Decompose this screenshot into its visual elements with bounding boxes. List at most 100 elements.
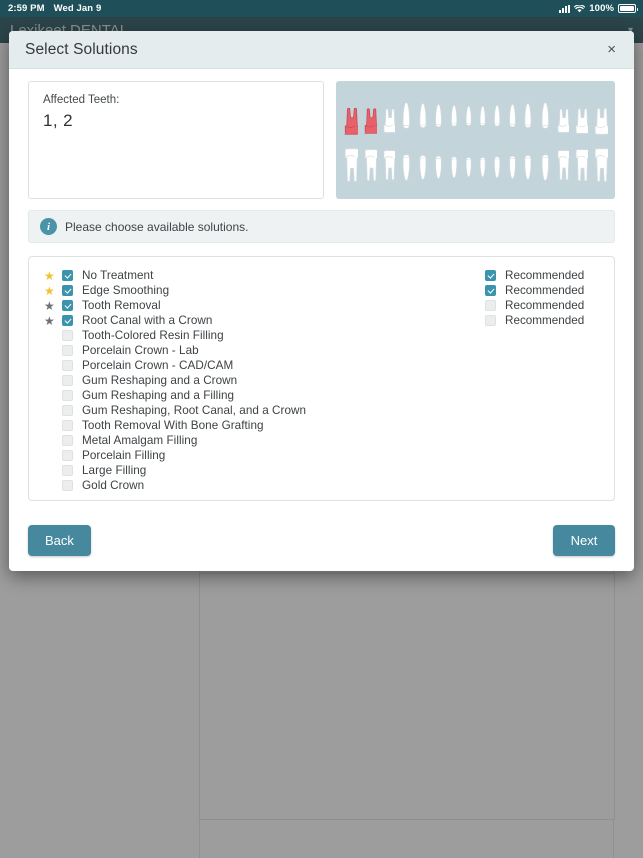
- solution-checkbox[interactable]: [62, 405, 73, 416]
- tooth-icon[interactable]: [507, 94, 518, 140]
- tooth-icon[interactable]: [400, 146, 413, 186]
- tooth-icon[interactable]: [417, 146, 429, 186]
- tooth-icon[interactable]: [417, 94, 429, 140]
- close-icon[interactable]: ×: [603, 39, 620, 60]
- tooth-icon[interactable]: [556, 146, 570, 186]
- next-button[interactable]: Next: [553, 524, 615, 556]
- solution-checkbox[interactable]: [62, 360, 73, 371]
- solution-left: Gum Reshaping and a Filling: [43, 389, 485, 402]
- solution-label: Gum Reshaping, Root Canal, and a Crown: [82, 404, 307, 417]
- recommended-checkbox[interactable]: [485, 270, 496, 281]
- tooth-icon[interactable]: [492, 94, 502, 140]
- solutions-list: ★ No Treatment Recommended ★ Edge Smoothing R…: [28, 256, 615, 501]
- solution-checkbox[interactable]: [62, 315, 73, 326]
- recommended-checkbox[interactable]: [485, 285, 496, 296]
- solution-row[interactable]: ★ Root Canal with a Crown Recommended: [43, 313, 600, 328]
- solution-row[interactable]: Tooth-Colored Resin Filling: [43, 328, 600, 343]
- tooth-chart[interactable]: [336, 81, 615, 199]
- tooth-icon[interactable]: [382, 94, 395, 140]
- solution-row[interactable]: Gum Reshaping and a Filling: [43, 388, 600, 403]
- recommended-label: Recommended: [505, 284, 585, 297]
- tooth-icon[interactable]: [539, 94, 552, 140]
- tooth-icon[interactable]: [574, 146, 589, 186]
- tooth-icon[interactable]: [593, 146, 608, 186]
- solution-left: Large Filling: [43, 464, 485, 477]
- solution-checkbox[interactable]: [62, 300, 73, 311]
- solution-checkbox[interactable]: [62, 465, 73, 476]
- solution-checkbox[interactable]: [62, 390, 73, 401]
- recommended-label: Recommended: [505, 269, 585, 282]
- solution-checkbox[interactable]: [62, 375, 73, 386]
- solution-row[interactable]: Gum Reshaping, Root Canal, and a Crown: [43, 403, 600, 418]
- tooth-icon[interactable]: [433, 146, 444, 186]
- solution-left: ★ Tooth Removal: [43, 299, 485, 312]
- recommended-cell: Recommended: [485, 299, 600, 312]
- solution-label: Porcelain Crown - CAD/CAM: [82, 359, 234, 372]
- solution-row[interactable]: Large Filling: [43, 463, 600, 478]
- tooth-icon[interactable]: [492, 146, 502, 186]
- tooth-icon[interactable]: [363, 146, 377, 186]
- solution-checkbox[interactable]: [62, 345, 73, 356]
- tooth-icon[interactable]: [478, 94, 487, 140]
- tooth-icon[interactable]: [449, 146, 459, 186]
- back-button[interactable]: Back: [28, 524, 91, 556]
- affected-teeth-label: Affected Teeth:: [43, 94, 120, 106]
- solution-checkbox[interactable]: [62, 330, 73, 341]
- star-icon: ★: [44, 268, 55, 283]
- tooth-icon[interactable]: [593, 94, 608, 140]
- solution-checkbox[interactable]: [62, 435, 73, 446]
- recommended-checkbox[interactable]: [485, 300, 496, 311]
- tooth-icon[interactable]: [464, 146, 473, 186]
- solution-label: Root Canal with a Crown: [82, 314, 213, 327]
- solution-checkbox[interactable]: [62, 480, 73, 491]
- status-time: 2:59 PM: [8, 3, 45, 14]
- tooth-icon[interactable]: [433, 94, 444, 140]
- tooth-icon[interactable]: [363, 94, 377, 140]
- tooth-icon[interactable]: [522, 146, 534, 186]
- solution-row[interactable]: Porcelain Crown - CAD/CAM: [43, 358, 600, 373]
- solution-label: Edge Smoothing: [82, 284, 170, 297]
- solution-row[interactable]: ★ Edge Smoothing Recommended: [43, 283, 600, 298]
- status-bar: 2:59 PM Wed Jan 9 100%: [0, 0, 643, 17]
- tooth-icon[interactable]: [478, 146, 487, 186]
- battery-percent: 100%: [589, 3, 614, 14]
- solution-row[interactable]: Gum Reshaping and a Crown: [43, 373, 600, 388]
- tooth-icon[interactable]: [539, 146, 552, 186]
- battery-full-icon: [618, 4, 638, 13]
- tooth-icon[interactable]: [449, 94, 459, 140]
- solution-row[interactable]: Metal Amalgam Filling: [43, 433, 600, 448]
- solution-left: Porcelain Crown - Lab: [43, 344, 485, 357]
- tooth-icon[interactable]: [556, 94, 570, 140]
- solution-row[interactable]: Tooth Removal With Bone Grafting: [43, 418, 600, 433]
- solution-checkbox[interactable]: [62, 270, 73, 281]
- tooth-icon[interactable]: [343, 94, 358, 140]
- solution-row[interactable]: ★ Tooth Removal Recommended: [43, 298, 600, 313]
- tooth-icon[interactable]: [343, 146, 358, 186]
- star-icon: ★: [44, 313, 55, 328]
- solution-checkbox[interactable]: [62, 420, 73, 431]
- solution-row[interactable]: Porcelain Filling: [43, 448, 600, 463]
- recommended-cell: Recommended: [485, 284, 600, 297]
- tooth-icon[interactable]: [382, 146, 395, 186]
- star-icon: ★: [44, 283, 55, 298]
- solution-left: ★ Root Canal with a Crown: [43, 314, 485, 327]
- solution-row[interactable]: Porcelain Crown - Lab: [43, 343, 600, 358]
- solution-label: Tooth Removal With Bone Grafting: [82, 419, 264, 432]
- solution-left: Porcelain Filling: [43, 449, 485, 462]
- tooth-icon[interactable]: [522, 94, 534, 140]
- recommended-label: Recommended: [505, 314, 585, 327]
- tooth-icon[interactable]: [507, 146, 518, 186]
- solution-left: Gum Reshaping and a Crown: [43, 374, 485, 387]
- solution-row[interactable]: ★ No Treatment Recommended: [43, 268, 600, 283]
- tooth-icon[interactable]: [574, 94, 589, 140]
- wifi-icon: [574, 4, 586, 13]
- tooth-icon[interactable]: [400, 94, 413, 140]
- recommended-checkbox[interactable]: [485, 315, 496, 326]
- solution-checkbox[interactable]: [62, 285, 73, 296]
- tooth-chart-upper-row: [343, 92, 608, 140]
- solution-label: Tooth-Colored Resin Filling: [82, 329, 224, 342]
- solution-row[interactable]: Gold Crown: [43, 478, 600, 493]
- tooth-icon[interactable]: [464, 94, 473, 140]
- solution-label: Porcelain Filling: [82, 449, 166, 462]
- solution-checkbox[interactable]: [62, 450, 73, 461]
